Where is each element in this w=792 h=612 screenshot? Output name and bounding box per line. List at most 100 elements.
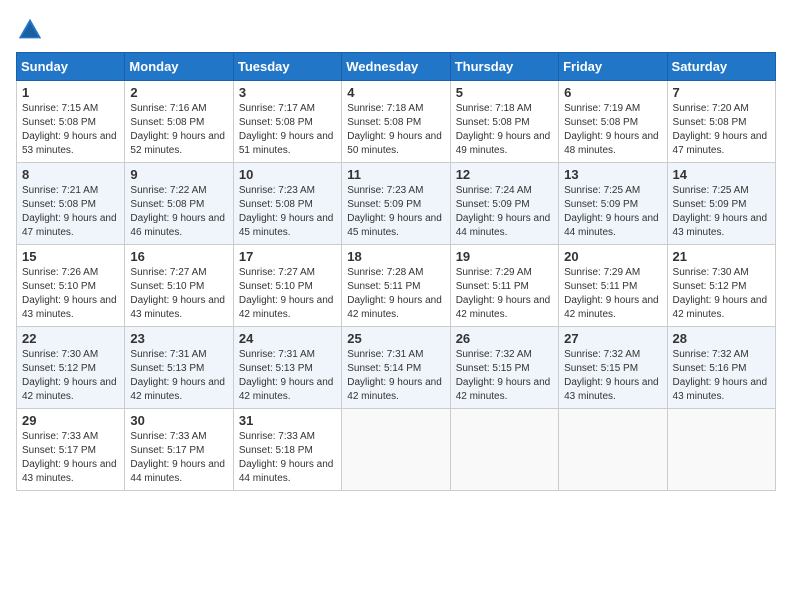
calendar-cell bbox=[559, 409, 667, 491]
calendar-cell bbox=[342, 409, 450, 491]
weekday-header: Saturday bbox=[667, 53, 775, 81]
weekday-header: Sunday bbox=[17, 53, 125, 81]
calendar-cell: 26 Sunrise: 7:32 AM Sunset: 5:15 PM Dayl… bbox=[450, 327, 558, 409]
day-info: Sunrise: 7:32 AM Sunset: 5:15 PM Dayligh… bbox=[564, 348, 661, 404]
weekday-header: Friday bbox=[559, 53, 667, 81]
calendar-cell: 31 Sunrise: 7:33 AM Sunset: 5:18 PM Dayl… bbox=[233, 409, 341, 491]
calendar-cell: 29 Sunrise: 7:33 AM Sunset: 5:17 PM Dayl… bbox=[17, 409, 125, 491]
day-info: Sunrise: 7:23 AM Sunset: 5:09 PM Dayligh… bbox=[347, 184, 444, 240]
day-info: Sunrise: 7:28 AM Sunset: 5:11 PM Dayligh… bbox=[347, 266, 444, 322]
weekday-header-row: SundayMondayTuesdayWednesdayThursdayFrid… bbox=[17, 53, 776, 81]
calendar-cell: 30 Sunrise: 7:33 AM Sunset: 5:17 PM Dayl… bbox=[125, 409, 233, 491]
day-number: 7 bbox=[673, 85, 770, 100]
calendar-cell: 1 Sunrise: 7:15 AM Sunset: 5:08 PM Dayli… bbox=[17, 81, 125, 163]
calendar-cell: 5 Sunrise: 7:18 AM Sunset: 5:08 PM Dayli… bbox=[450, 81, 558, 163]
calendar-cell bbox=[450, 409, 558, 491]
day-info: Sunrise: 7:17 AM Sunset: 5:08 PM Dayligh… bbox=[239, 102, 336, 158]
logo-icon bbox=[16, 16, 44, 44]
day-number: 21 bbox=[673, 249, 770, 264]
weekday-header: Wednesday bbox=[342, 53, 450, 81]
day-number: 19 bbox=[456, 249, 553, 264]
weekday-header: Tuesday bbox=[233, 53, 341, 81]
calendar-cell: 16 Sunrise: 7:27 AM Sunset: 5:10 PM Dayl… bbox=[125, 245, 233, 327]
day-info: Sunrise: 7:27 AM Sunset: 5:10 PM Dayligh… bbox=[239, 266, 336, 322]
day-number: 20 bbox=[564, 249, 661, 264]
day-info: Sunrise: 7:19 AM Sunset: 5:08 PM Dayligh… bbox=[564, 102, 661, 158]
day-number: 18 bbox=[347, 249, 444, 264]
day-number: 11 bbox=[347, 167, 444, 182]
calendar-week-row: 29 Sunrise: 7:33 AM Sunset: 5:17 PM Dayl… bbox=[17, 409, 776, 491]
day-number: 22 bbox=[22, 331, 119, 346]
day-number: 14 bbox=[673, 167, 770, 182]
calendar-cell: 3 Sunrise: 7:17 AM Sunset: 5:08 PM Dayli… bbox=[233, 81, 341, 163]
day-info: Sunrise: 7:33 AM Sunset: 5:17 PM Dayligh… bbox=[130, 430, 227, 486]
calendar-cell: 28 Sunrise: 7:32 AM Sunset: 5:16 PM Dayl… bbox=[667, 327, 775, 409]
calendar-cell: 2 Sunrise: 7:16 AM Sunset: 5:08 PM Dayli… bbox=[125, 81, 233, 163]
day-info: Sunrise: 7:16 AM Sunset: 5:08 PM Dayligh… bbox=[130, 102, 227, 158]
day-info: Sunrise: 7:15 AM Sunset: 5:08 PM Dayligh… bbox=[22, 102, 119, 158]
calendar-cell: 19 Sunrise: 7:29 AM Sunset: 5:11 PM Dayl… bbox=[450, 245, 558, 327]
calendar-cell: 4 Sunrise: 7:18 AM Sunset: 5:08 PM Dayli… bbox=[342, 81, 450, 163]
day-number: 23 bbox=[130, 331, 227, 346]
day-info: Sunrise: 7:25 AM Sunset: 5:09 PM Dayligh… bbox=[564, 184, 661, 240]
day-info: Sunrise: 7:33 AM Sunset: 5:17 PM Dayligh… bbox=[22, 430, 119, 486]
calendar-body: 1 Sunrise: 7:15 AM Sunset: 5:08 PM Dayli… bbox=[17, 81, 776, 491]
day-number: 15 bbox=[22, 249, 119, 264]
day-info: Sunrise: 7:20 AM Sunset: 5:08 PM Dayligh… bbox=[673, 102, 770, 158]
day-info: Sunrise: 7:30 AM Sunset: 5:12 PM Dayligh… bbox=[22, 348, 119, 404]
calendar-cell: 24 Sunrise: 7:31 AM Sunset: 5:13 PM Dayl… bbox=[233, 327, 341, 409]
day-number: 31 bbox=[239, 413, 336, 428]
calendar-header: SundayMondayTuesdayWednesdayThursdayFrid… bbox=[17, 53, 776, 81]
day-info: Sunrise: 7:23 AM Sunset: 5:08 PM Dayligh… bbox=[239, 184, 336, 240]
calendar-cell: 7 Sunrise: 7:20 AM Sunset: 5:08 PM Dayli… bbox=[667, 81, 775, 163]
calendar-week-row: 15 Sunrise: 7:26 AM Sunset: 5:10 PM Dayl… bbox=[17, 245, 776, 327]
weekday-header: Monday bbox=[125, 53, 233, 81]
calendar-week-row: 1 Sunrise: 7:15 AM Sunset: 5:08 PM Dayli… bbox=[17, 81, 776, 163]
calendar-cell: 18 Sunrise: 7:28 AM Sunset: 5:11 PM Dayl… bbox=[342, 245, 450, 327]
calendar-cell: 23 Sunrise: 7:31 AM Sunset: 5:13 PM Dayl… bbox=[125, 327, 233, 409]
day-info: Sunrise: 7:30 AM Sunset: 5:12 PM Dayligh… bbox=[673, 266, 770, 322]
day-number: 1 bbox=[22, 85, 119, 100]
day-info: Sunrise: 7:18 AM Sunset: 5:08 PM Dayligh… bbox=[456, 102, 553, 158]
calendar-cell: 20 Sunrise: 7:29 AM Sunset: 5:11 PM Dayl… bbox=[559, 245, 667, 327]
day-number: 25 bbox=[347, 331, 444, 346]
day-number: 24 bbox=[239, 331, 336, 346]
day-number: 4 bbox=[347, 85, 444, 100]
calendar-cell: 15 Sunrise: 7:26 AM Sunset: 5:10 PM Dayl… bbox=[17, 245, 125, 327]
day-info: Sunrise: 7:31 AM Sunset: 5:13 PM Dayligh… bbox=[239, 348, 336, 404]
day-number: 30 bbox=[130, 413, 227, 428]
calendar-cell: 21 Sunrise: 7:30 AM Sunset: 5:12 PM Dayl… bbox=[667, 245, 775, 327]
day-number: 9 bbox=[130, 167, 227, 182]
calendar-week-row: 8 Sunrise: 7:21 AM Sunset: 5:08 PM Dayli… bbox=[17, 163, 776, 245]
calendar-table: SundayMondayTuesdayWednesdayThursdayFrid… bbox=[16, 52, 776, 491]
calendar-cell: 12 Sunrise: 7:24 AM Sunset: 5:09 PM Dayl… bbox=[450, 163, 558, 245]
day-number: 12 bbox=[456, 167, 553, 182]
calendar-cell: 22 Sunrise: 7:30 AM Sunset: 5:12 PM Dayl… bbox=[17, 327, 125, 409]
weekday-header: Thursday bbox=[450, 53, 558, 81]
calendar-cell: 10 Sunrise: 7:23 AM Sunset: 5:08 PM Dayl… bbox=[233, 163, 341, 245]
day-number: 5 bbox=[456, 85, 553, 100]
day-info: Sunrise: 7:33 AM Sunset: 5:18 PM Dayligh… bbox=[239, 430, 336, 486]
day-number: 17 bbox=[239, 249, 336, 264]
day-info: Sunrise: 7:18 AM Sunset: 5:08 PM Dayligh… bbox=[347, 102, 444, 158]
calendar-cell: 9 Sunrise: 7:22 AM Sunset: 5:08 PM Dayli… bbox=[125, 163, 233, 245]
calendar-cell bbox=[667, 409, 775, 491]
day-number: 26 bbox=[456, 331, 553, 346]
day-info: Sunrise: 7:21 AM Sunset: 5:08 PM Dayligh… bbox=[22, 184, 119, 240]
calendar-cell: 11 Sunrise: 7:23 AM Sunset: 5:09 PM Dayl… bbox=[342, 163, 450, 245]
calendar-week-row: 22 Sunrise: 7:30 AM Sunset: 5:12 PM Dayl… bbox=[17, 327, 776, 409]
day-number: 3 bbox=[239, 85, 336, 100]
day-info: Sunrise: 7:27 AM Sunset: 5:10 PM Dayligh… bbox=[130, 266, 227, 322]
day-number: 16 bbox=[130, 249, 227, 264]
calendar-cell: 13 Sunrise: 7:25 AM Sunset: 5:09 PM Dayl… bbox=[559, 163, 667, 245]
day-info: Sunrise: 7:32 AM Sunset: 5:16 PM Dayligh… bbox=[673, 348, 770, 404]
day-info: Sunrise: 7:22 AM Sunset: 5:08 PM Dayligh… bbox=[130, 184, 227, 240]
day-info: Sunrise: 7:25 AM Sunset: 5:09 PM Dayligh… bbox=[673, 184, 770, 240]
calendar-cell: 6 Sunrise: 7:19 AM Sunset: 5:08 PM Dayli… bbox=[559, 81, 667, 163]
calendar-cell: 25 Sunrise: 7:31 AM Sunset: 5:14 PM Dayl… bbox=[342, 327, 450, 409]
day-number: 13 bbox=[564, 167, 661, 182]
day-number: 27 bbox=[564, 331, 661, 346]
day-info: Sunrise: 7:24 AM Sunset: 5:09 PM Dayligh… bbox=[456, 184, 553, 240]
calendar-cell: 8 Sunrise: 7:21 AM Sunset: 5:08 PM Dayli… bbox=[17, 163, 125, 245]
calendar-cell: 14 Sunrise: 7:25 AM Sunset: 5:09 PM Dayl… bbox=[667, 163, 775, 245]
